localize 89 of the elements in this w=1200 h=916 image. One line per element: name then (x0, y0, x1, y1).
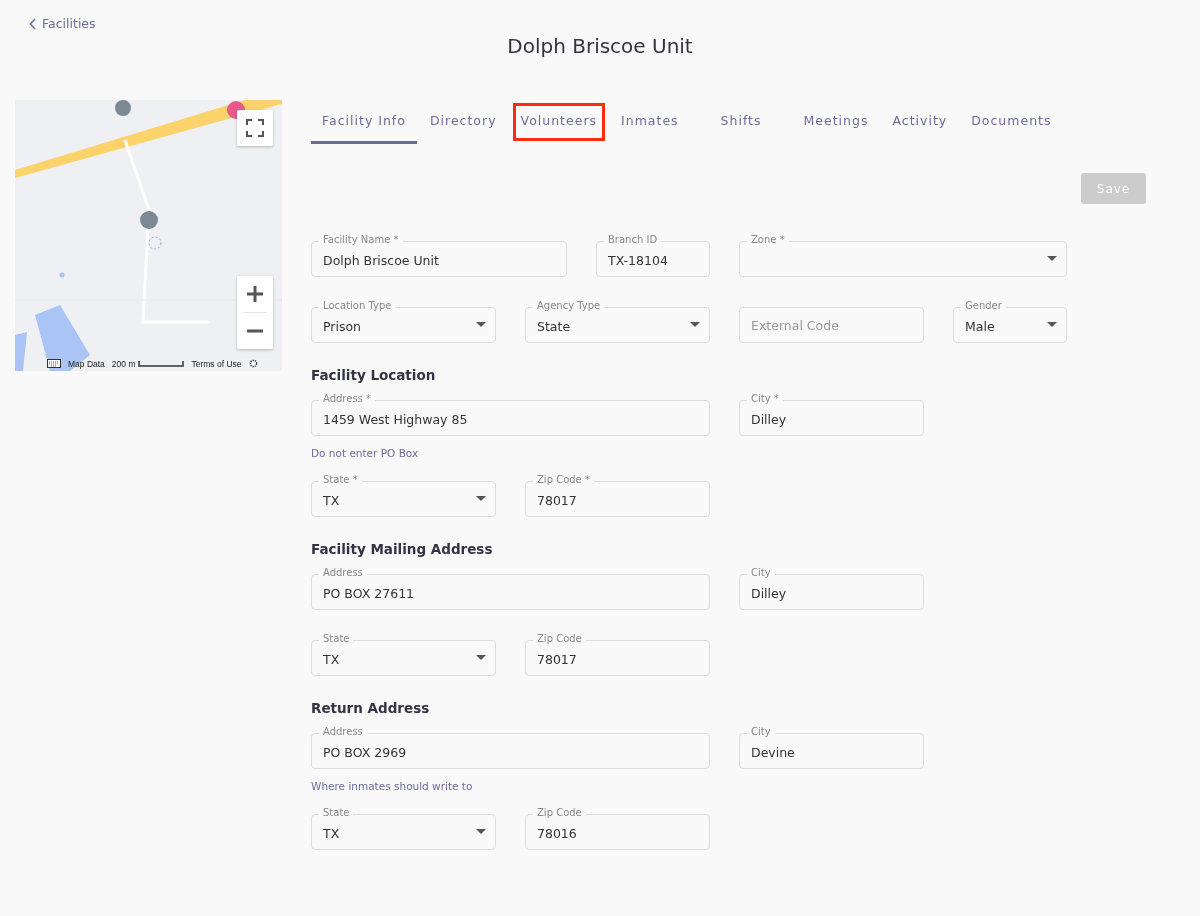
field-value: TX-18104 (608, 251, 668, 268)
input-field[interactable]: Address PO BOX 2969 (311, 726, 710, 769)
field-value: 78017 (537, 650, 577, 667)
field-value: 78017 (537, 491, 577, 508)
section-heading: Facility Mailing Address (311, 541, 494, 557)
input-field[interactable]: Address * 1459 West Highway 85 (311, 393, 710, 436)
field-value: Dilley (751, 584, 787, 601)
field-label: Address (319, 726, 367, 738)
field-value: Male (965, 317, 995, 334)
select-field[interactable]: Location Type Prison (311, 300, 496, 343)
input-field[interactable]: Zip Code 78016 (525, 807, 710, 850)
field-value: Devine (751, 743, 795, 760)
tab[interactable]: Inmates (610, 100, 690, 144)
caret-icon (1047, 256, 1057, 261)
caret-icon (476, 829, 486, 834)
minus-icon (246, 329, 264, 333)
input-field[interactable]: Address PO BOX 27611 (311, 567, 710, 610)
field-label: Branch ID (604, 234, 662, 246)
terms-link[interactable]: Terms of Use (191, 358, 242, 369)
tab[interactable]: Activity (881, 100, 959, 144)
caret-icon (476, 322, 486, 327)
field-label: Address * (319, 393, 375, 405)
input-field[interactable]: Branch ID TX-18104 (596, 234, 710, 277)
select-field[interactable]: Agency Type State (525, 300, 710, 343)
keyboard-icon (47, 359, 61, 368)
page-title: Dolph Briscoe Unit (507, 34, 693, 58)
field-value: State (537, 317, 571, 334)
caret-icon (476, 496, 486, 501)
field-value: Dilley (751, 410, 787, 427)
field-label: Address (319, 567, 367, 579)
tab[interactable]: Facility Info (311, 100, 417, 144)
field-value: PO BOX 2969 (323, 743, 407, 760)
scale-bar-icon (138, 360, 185, 367)
field-placeholder: External Code (751, 317, 839, 333)
tab[interactable]: Documents (960, 100, 1063, 144)
field-value: TX (323, 650, 340, 667)
field-label: City (747, 567, 775, 579)
field-label: Agency Type (533, 300, 605, 312)
input-field[interactable]: Zip Code 78017 (525, 633, 710, 676)
field-label: State * (319, 474, 362, 486)
input-field[interactable]: Zip Code * 78017 (525, 474, 710, 517)
scale-label: 200 m (111, 358, 136, 369)
map-data-link[interactable]: Map Data (68, 358, 105, 369)
field-label: City (747, 726, 775, 738)
fullscreen-button[interactable] (237, 110, 273, 146)
plus-icon (246, 285, 264, 303)
field-label: Zip Code * (533, 474, 594, 486)
field-label: Zip Code (533, 633, 586, 645)
gear-icon[interactable] (248, 359, 258, 368)
field-label: Zone * (747, 234, 789, 246)
tab[interactable]: Meetings (792, 100, 880, 144)
zoom-out-button[interactable] (237, 313, 273, 349)
field-label: State (319, 807, 354, 819)
back-link[interactable]: Facilities (29, 16, 96, 31)
fullscreen-icon (246, 119, 264, 137)
field-label: City * (747, 393, 783, 405)
section-heading: Return Address (311, 700, 431, 716)
field-value: 1459 West Highway 85 (323, 410, 468, 427)
input-field[interactable]: City * Dilley (739, 393, 924, 436)
field-value: Prison (323, 317, 361, 334)
caret-icon (476, 655, 486, 660)
helper-text: Do not enter PO Box (311, 447, 420, 459)
input-field[interactable]: Facility Name * Dolph Briscoe Unit (311, 234, 567, 277)
input-field[interactable]: City Dilley (739, 567, 924, 610)
zoom-in-button[interactable] (237, 276, 273, 312)
field-value: TX (323, 824, 340, 841)
field-label: Location Type (319, 300, 396, 312)
input-field[interactable]: City Devine (739, 726, 924, 769)
caret-icon (1047, 322, 1057, 327)
caret-icon (690, 322, 700, 327)
field-value: TX (323, 491, 340, 508)
select-field[interactable]: State * TX (311, 474, 496, 517)
field-value: 78016 (537, 824, 577, 841)
select-field[interactable]: State TX (311, 807, 496, 850)
section-heading: Facility Location (311, 367, 437, 383)
select-field[interactable]: Gender Male (953, 300, 1067, 343)
chevron-left-icon (29, 17, 37, 30)
field-label: Gender (961, 300, 1006, 312)
tab[interactable]: Directory (418, 100, 508, 144)
field-value: Dolph Briscoe Unit (323, 251, 439, 268)
field-label: Zip Code (533, 807, 586, 819)
tab[interactable]: Volunteers (509, 100, 609, 144)
field-value: PO BOX 27611 (323, 584, 415, 601)
field-label: State (319, 633, 354, 645)
field-label: Facility Name * (319, 234, 403, 246)
select-field[interactable]: Zone * (739, 234, 1067, 277)
select-field[interactable]: State TX (311, 633, 496, 676)
helper-text: Where inmates should write to (311, 780, 474, 792)
tab[interactable]: Shifts (709, 100, 773, 144)
